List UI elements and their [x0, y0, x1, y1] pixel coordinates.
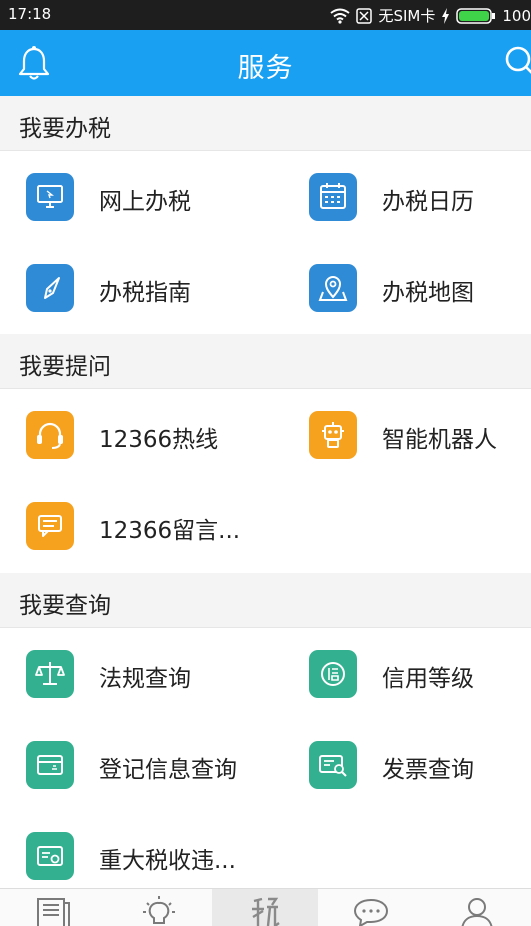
news-icon: [37, 898, 70, 926]
service-item-label: 法规查询: [99, 666, 191, 692]
status-icons: 无SIM卡 100: [330, 5, 531, 26]
search-icon: [505, 46, 531, 74]
service-item-label: 重大税收违...: [99, 848, 236, 874]
service-item-label: 网上办税: [99, 189, 191, 215]
credit-icon: [309, 650, 357, 698]
map-pin-icon: [309, 264, 357, 312]
service-item-tax-violation[interactable]: 重大税收违...: [26, 810, 266, 900]
headset-icon: [26, 411, 74, 459]
section-header-ask: 我要提问: [0, 334, 531, 389]
service-item-tax-guide[interactable]: 办税指南: [26, 242, 266, 332]
service-item-label: 发票查询: [382, 757, 474, 783]
invoice-search-icon: [309, 741, 357, 789]
tab-chat[interactable]: [318, 889, 424, 926]
carrier-label: 无SIM卡: [378, 7, 436, 25]
service-item-label: 登记信息查询: [99, 757, 237, 783]
calendar-icon: [309, 173, 357, 221]
service-item-label: 办税日历: [382, 189, 474, 215]
lightbulb-icon: [143, 896, 175, 924]
service-item-leave-message[interactable]: 12366留言...: [26, 480, 266, 570]
tab-news[interactable]: [0, 889, 106, 926]
section-header-tax: 我要办税: [0, 96, 531, 151]
status-bar: 17:18 无SIM卡 100: [0, 0, 531, 30]
section-header-query: 我要查询: [0, 573, 531, 628]
registration-card-icon: [26, 741, 74, 789]
app-header: 服务: [0, 30, 531, 96]
battery-level: 100: [502, 6, 531, 25]
service-item-label: 信用等级: [382, 666, 474, 692]
computer-icon: [26, 173, 74, 221]
tab-ideas[interactable]: [106, 889, 212, 926]
section-title: 我要查询: [19, 593, 111, 619]
service-item-label: 办税地图: [382, 280, 474, 306]
service-item-online-tax[interactable]: 网上办税: [26, 151, 266, 241]
no-sim-icon: [356, 7, 373, 24]
message-icon: [26, 502, 74, 550]
chat-icon: [353, 898, 389, 926]
service-item-label: 智能机器人: [382, 427, 497, 453]
service-item-tax-calendar[interactable]: 办税日历: [309, 151, 531, 241]
compass-icon: [26, 264, 74, 312]
tax-service-icon: [252, 897, 280, 926]
scales-icon: [26, 650, 74, 698]
service-item-label: 办税指南: [99, 280, 191, 306]
service-item-invoice-query[interactable]: 发票查询: [309, 719, 531, 809]
bottom-tab-bar: [0, 888, 531, 926]
robot-icon: [309, 411, 357, 459]
service-item-robot[interactable]: 智能机器人: [309, 389, 531, 479]
tax-violation-icon: [26, 832, 74, 880]
service-item-label: 12366留言...: [99, 518, 241, 544]
user-icon: [461, 898, 493, 926]
section-title: 我要提问: [19, 354, 111, 380]
wifi-icon: [330, 8, 351, 24]
charging-icon: [442, 7, 450, 24]
service-item-registration-query[interactable]: 登记信息查询: [26, 719, 266, 809]
status-time: 17:18: [8, 5, 52, 23]
tab-service[interactable]: [212, 889, 318, 926]
battery-icon: [456, 7, 496, 24]
service-item-label: 12366热线: [99, 427, 219, 453]
page-title: 服务: [237, 53, 294, 84]
tab-profile[interactable]: [424, 889, 531, 926]
service-item-credit-level[interactable]: 信用等级: [309, 628, 531, 718]
service-item-regulation-query[interactable]: 法规查询: [26, 628, 266, 718]
service-item-hotline[interactable]: 12366热线: [26, 389, 266, 479]
section-title: 我要办税: [19, 116, 111, 142]
service-item-tax-map[interactable]: 办税地图: [309, 242, 531, 332]
search-button[interactable]: [502, 44, 531, 80]
